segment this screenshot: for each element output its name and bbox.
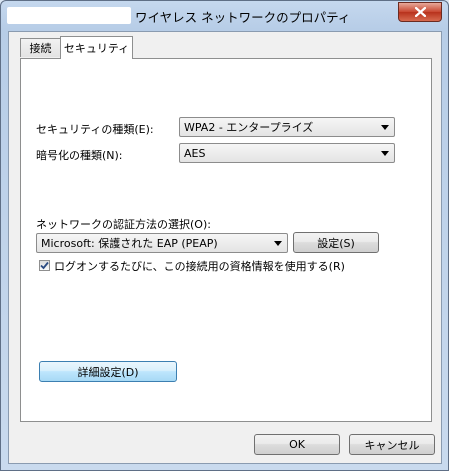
chevron-down-icon [381, 125, 389, 130]
close-icon [414, 7, 426, 17]
remember-credentials-checkbox[interactable] [39, 260, 50, 271]
encryption-type-value: AES [184, 146, 206, 160]
tab-connection[interactable]: 接続 [20, 38, 61, 57]
security-type-label: セキュリティの種類(E): [36, 123, 154, 136]
ok-button[interactable]: OK [254, 434, 340, 455]
cancel-button[interactable]: キャンセル [349, 434, 435, 455]
chevron-down-icon [274, 241, 282, 246]
chevron-down-icon [381, 151, 389, 156]
security-type-value: WPA2 - エンタープライズ [184, 121, 314, 134]
title-bar[interactable]: ワイヤレス ネットワークのプロパティ [1, 1, 448, 31]
advanced-settings-button[interactable]: 詳細設定(D) [39, 361, 177, 382]
checkmark-icon [40, 261, 49, 270]
window-title: ワイヤレス ネットワークのプロパティ [135, 10, 351, 25]
auth-method-select[interactable]: Microsoft: 保護された EAP (PEAP) [36, 233, 288, 253]
encryption-type-select[interactable]: AES [179, 143, 395, 163]
encryption-type-label: 暗号化の種類(N): [36, 149, 123, 162]
tab-security[interactable]: セキュリティ [60, 36, 133, 59]
close-button[interactable] [398, 2, 442, 22]
auth-method-value: Microsoft: 保護された EAP (PEAP) [41, 237, 218, 250]
security-type-select[interactable]: WPA2 - エンタープライズ [179, 117, 395, 137]
settings-button[interactable]: 設定(S) [293, 232, 379, 253]
security-tab-panel: セキュリティの種類(E): WPA2 - エンタープライズ 暗号化の種類(N):… [20, 58, 432, 422]
dialog-client-area: 接続 セキュリティ セキュリティの種類(E): WPA2 - エンタープライズ … [8, 31, 442, 464]
title-redacted-area [7, 7, 131, 24]
tab-connection-label: 接続 [29, 42, 52, 55]
auth-method-label: ネットワークの認証方法の選択(O): [36, 218, 211, 231]
dialog-footer: OK キャンセル [9, 427, 441, 463]
dialog-window: ワイヤレス ネットワークのプロパティ 接続 セキュリティ セキュリティの種類(E… [0, 0, 449, 471]
remember-credentials-label: ログオンするたびに、この接続用の資格情報を使用する(R) [54, 260, 345, 273]
tab-security-label: セキュリティ [63, 42, 130, 55]
